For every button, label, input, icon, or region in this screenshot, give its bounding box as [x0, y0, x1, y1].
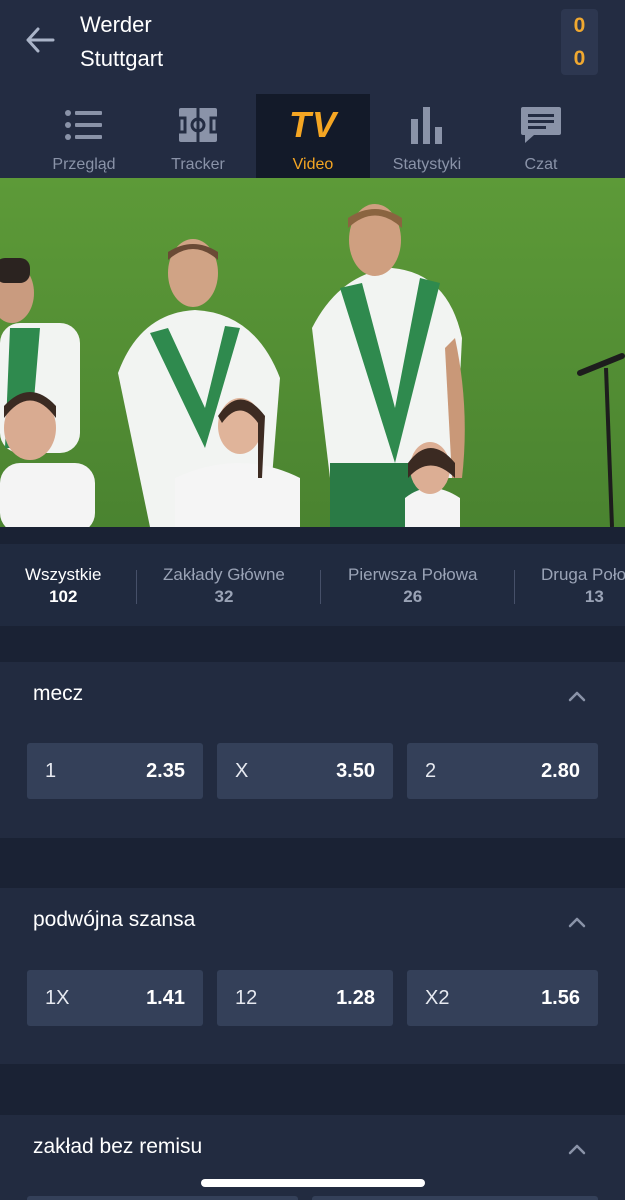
tv-icon: TV [288, 104, 337, 145]
odd-value: 1.41 [146, 986, 185, 1009]
collapse-button[interactable] [564, 912, 590, 932]
team-names: Werder Stuttgart [80, 8, 163, 76]
filter-divider [514, 570, 515, 604]
chevron-up-icon [568, 917, 586, 928]
tab-label: Video [292, 156, 334, 173]
odd-button-1[interactable]: 1 2.35 [27, 743, 203, 799]
bar-chart-icon [411, 107, 442, 144]
filter-druga-polowa[interactable]: Druga Połowa 13 [541, 564, 625, 608]
odd-label: 1X [45, 986, 70, 1009]
filter-divider [136, 570, 137, 604]
market-title: mecz [33, 682, 84, 705]
tab-video[interactable]: TV Video [256, 94, 370, 178]
odd-button-partial[interactable] [27, 1196, 298, 1200]
video-player[interactable] [0, 178, 625, 527]
tab-label: Statystyki [392, 156, 462, 173]
filter-count: 26 [403, 587, 423, 606]
odd-button-partial[interactable] [312, 1196, 598, 1200]
odd-label: 1 [45, 759, 57, 782]
home-score: 0 [573, 13, 586, 37]
match-tabs: Przegląd Tracker TV Video Statystyki Cza… [0, 92, 625, 178]
tab-czat[interactable]: Czat [484, 94, 598, 178]
chevron-up-icon [568, 1144, 586, 1155]
chat-icon [521, 107, 561, 143]
video-frame [0, 178, 625, 527]
list-icon [65, 110, 102, 140]
tab-tracker[interactable]: Tracker [141, 94, 255, 178]
filter-label: Pierwsza Połowa [348, 565, 478, 584]
collapse-button[interactable] [564, 1139, 590, 1159]
away-score: 0 [573, 46, 586, 70]
odd-label: 12 [235, 986, 258, 1009]
tab-label: Czat [524, 156, 558, 173]
filter-label: Zakłady Główne [163, 565, 285, 584]
collapse-button[interactable] [564, 686, 590, 706]
tab-label: Tracker [171, 156, 225, 173]
market-panel-mecz: mecz 1 2.35 X 3.50 2 2.80 [0, 662, 625, 838]
odd-button-1x[interactable]: 1X 1.41 [27, 970, 203, 1026]
odd-label: 2 [425, 759, 437, 782]
arrow-left-icon [26, 27, 55, 53]
odd-button-x2[interactable]: X2 1.56 [407, 970, 598, 1026]
odd-label: X2 [425, 986, 450, 1009]
home-indicator [201, 1179, 425, 1187]
market-title: podwójna szansa [33, 908, 196, 931]
scoreboard: 0 0 [561, 9, 598, 75]
filter-wszystkie[interactable]: Wszystkie 102 [25, 564, 102, 608]
filter-count: 13 [584, 587, 604, 606]
market-filter-strip[interactable]: Wszystkie 102 Zakłady Główne 32 Pierwsza… [0, 544, 625, 626]
pitch-icon [178, 108, 218, 142]
filter-label: Druga Połowa [541, 565, 625, 584]
match-header: Werder Stuttgart 0 0 [0, 0, 625, 92]
filter-divider [320, 570, 321, 604]
market-panel-podwojna-szansa: podwójna szansa 1X 1.41 12 1.28 X2 1.56 [0, 888, 625, 1064]
market-title: zakład bez remisu [33, 1135, 203, 1158]
odd-value: 1.28 [336, 986, 375, 1009]
filter-count: 102 [49, 587, 78, 606]
odd-value: 2.80 [541, 759, 580, 782]
home-team-name: Werder [80, 12, 152, 37]
odd-label: X [235, 759, 249, 782]
chevron-up-icon [568, 691, 586, 702]
filter-pierwsza-polowa[interactable]: Pierwsza Połowa 26 [348, 564, 477, 608]
odd-value: 3.50 [336, 759, 375, 782]
market-panel-zaklad-bez-remisu: zakład bez remisu [0, 1115, 625, 1200]
odd-value: 2.35 [146, 759, 185, 782]
back-button[interactable] [18, 20, 62, 60]
tab-label: Przegląd [52, 156, 116, 173]
filter-count: 32 [214, 587, 234, 606]
odd-value: 1.56 [541, 986, 580, 1009]
tab-statystyki[interactable]: Statystyki [370, 94, 484, 178]
odd-button-2[interactable]: 2 2.80 [407, 743, 598, 799]
filter-label: Wszystkie [25, 565, 102, 584]
filter-zaklady-glowne[interactable]: Zakłady Główne 32 [163, 564, 285, 608]
away-team-name: Stuttgart [80, 46, 164, 71]
tab-przeglad[interactable]: Przegląd [27, 94, 141, 178]
odd-button-12[interactable]: 12 1.28 [217, 970, 393, 1026]
odd-button-x[interactable]: X 3.50 [217, 743, 393, 799]
